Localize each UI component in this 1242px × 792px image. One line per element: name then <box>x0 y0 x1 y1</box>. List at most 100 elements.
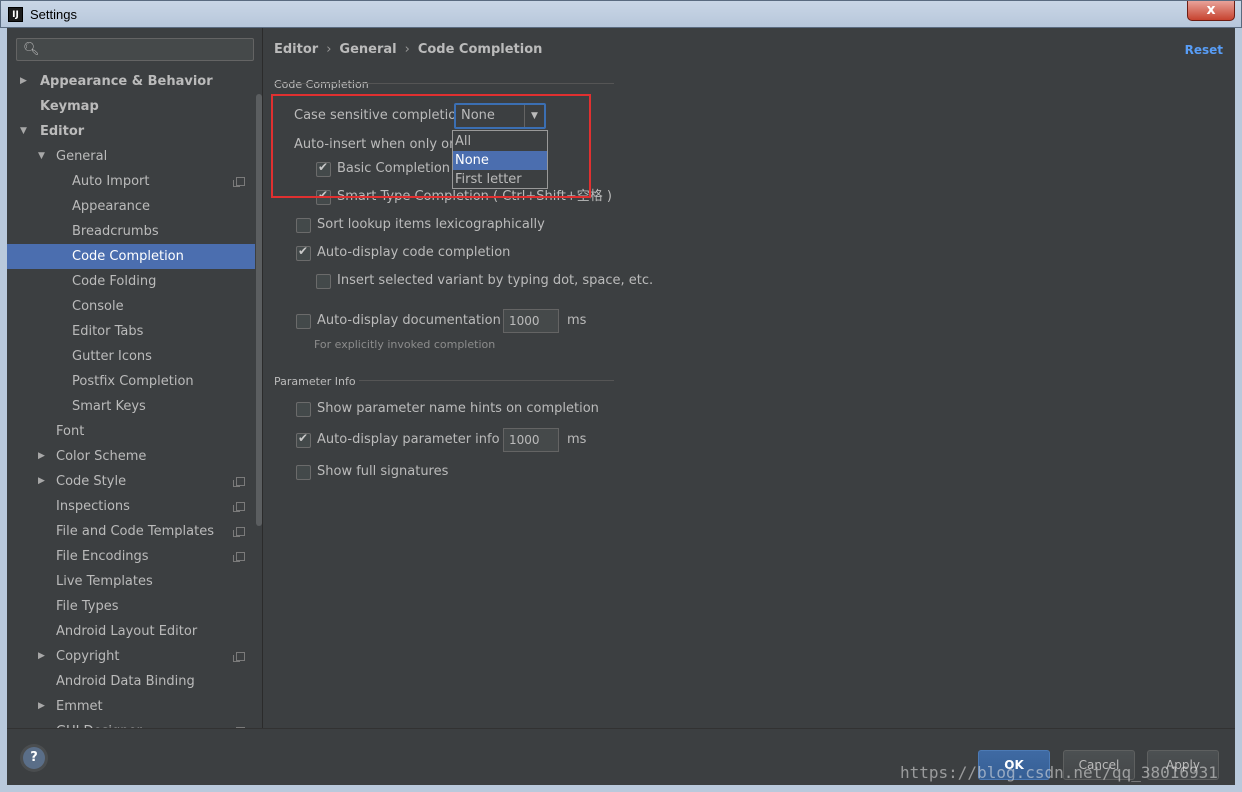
tree-item-label: File Encodings <box>56 549 149 564</box>
close-window-button[interactable]: x <box>1187 1 1235 21</box>
tree-item-inspections[interactable]: Inspections <box>7 494 255 519</box>
tree-item-font[interactable]: Font <box>7 419 255 444</box>
window-frame-bottom <box>0 785 1242 792</box>
parameter-hints-checkbox[interactable] <box>296 402 311 417</box>
search-icon[interactable]: 🔍︎ <box>23 42 40 57</box>
tree-item-code-completion[interactable]: Code Completion <box>7 244 255 269</box>
sort-lexicographically-checkbox[interactable] <box>296 218 311 233</box>
tree-item-label: Keymap <box>40 99 99 114</box>
tree-item-code-style[interactable]: ▶ Code Style <box>7 469 255 494</box>
basic-completion-label: Basic Completion ( ( <box>337 161 469 176</box>
project-settings-icon <box>233 552 245 562</box>
expand-arrow-right-icon[interactable]: ▶ <box>20 69 27 94</box>
parameter-hints-label: Show parameter name hints on completion <box>317 401 599 416</box>
project-settings-icon <box>233 477 245 487</box>
window-titlebar: IJ Settings x <box>0 0 1242 28</box>
breadcrumb-code-completion: Code Completion <box>417 42 543 57</box>
expand-arrow-right-icon[interactable]: ▶ <box>38 444 45 469</box>
settings-search-input[interactable] <box>39 41 249 59</box>
window-frame-left <box>0 28 7 792</box>
case-sensitive-combo[interactable]: None ▼ <box>454 103 546 129</box>
chevron-down-icon[interactable]: ▼ <box>524 105 544 127</box>
tree-item-label: Breadcrumbs <box>72 224 159 239</box>
tree-item-label: File and Code Templates <box>56 524 214 539</box>
tree-item-editor[interactable]: ▼ Editor <box>7 119 255 144</box>
tree-item-android-layout-editor[interactable]: Android Layout Editor <box>7 619 255 644</box>
tree-item-console[interactable]: Console <box>7 294 255 319</box>
tree-item-file-encodings[interactable]: File Encodings <box>7 544 255 569</box>
tree-item-label: Console <box>72 299 124 314</box>
tree-item-breadcrumbs[interactable]: Breadcrumbs <box>7 219 255 244</box>
expand-arrow-down-icon[interactable]: ▼ <box>38 144 45 169</box>
parameter-info-delay-input[interactable]: 1000 <box>503 428 559 452</box>
tree-item-label: Emmet <box>56 699 103 714</box>
case-sensitive-dropdown-list[interactable]: All None First letter <box>452 130 548 189</box>
show-full-signatures-checkbox[interactable] <box>296 465 311 480</box>
tree-item-appearance[interactable]: Appearance <box>7 194 255 219</box>
smart-type-completion-checkbox[interactable] <box>316 188 331 205</box>
tree-item-color-scheme[interactable]: ▶ Color Scheme <box>7 444 255 469</box>
tree-item-keymap[interactable]: Keymap <box>7 94 255 119</box>
tree-item-live-templates[interactable]: Live Templates <box>7 569 255 594</box>
smart-type-completion-label: Smart Type Completion ( Ctrl+Shift+空格 ) <box>337 189 612 204</box>
auto-display-documentation-checkbox[interactable] <box>296 314 311 329</box>
basic-completion-checkbox[interactable] <box>316 160 331 177</box>
auto-display-completion-label: Auto-display code completion <box>317 245 511 260</box>
tree-item-label: Auto Import <box>72 174 150 189</box>
auto-display-documentation-label: Auto-display documentation in <box>317 313 517 328</box>
tree-item-label: Android Data Binding <box>56 674 195 689</box>
project-settings-icon <box>233 652 245 662</box>
tree-item-general[interactable]: ▼ General <box>7 144 255 169</box>
case-sensitive-combo-value: None <box>461 108 495 123</box>
auto-display-completion-checkbox[interactable] <box>296 244 311 261</box>
case-sensitive-label: Case sensitive completion: <box>294 108 469 123</box>
help-icon[interactable]: ? <box>23 747 45 769</box>
project-settings-icon <box>233 527 245 537</box>
tree-item-code-folding[interactable]: Code Folding <box>7 269 255 294</box>
parameter-info-delay-unit: ms <box>567 432 587 447</box>
code-completion-section-divider <box>274 83 614 84</box>
settings-content-panel: Editor › General › Code Completion Reset Cod… <box>264 28 1235 728</box>
settings-search-box[interactable]: 🔍︎ <box>16 38 254 61</box>
tree-item-gui-designer[interactable]: GUI Designer <box>7 719 255 728</box>
auto-insert-label: Auto-insert when only one c <box>294 137 477 152</box>
expand-arrow-right-icon[interactable]: ▶ <box>38 644 45 669</box>
documentation-delay-input[interactable]: 1000 <box>503 309 559 333</box>
dropdown-option-all[interactable]: All <box>453 132 547 151</box>
tree-item-emmet[interactable]: ▶ Emmet <box>7 694 255 719</box>
tree-item-label: General <box>56 149 108 164</box>
tree-item-smart-keys[interactable]: Smart Keys <box>7 394 255 419</box>
tree-item-postfix-completion[interactable]: Postfix Completion <box>7 369 255 394</box>
tree-scrollbar-thumb[interactable] <box>256 94 262 526</box>
expand-arrow-right-icon[interactable]: ▶ <box>38 694 45 719</box>
tree-item-android-data-binding[interactable]: Android Data Binding <box>7 669 255 694</box>
tree-item-file-types[interactable]: File Types <box>7 594 255 619</box>
project-settings-icon <box>233 177 245 187</box>
tree-item-appearance-behavior[interactable]: ▶ Appearance & Behavior <box>7 69 255 94</box>
tree-item-auto-import[interactable]: Auto Import <box>7 169 255 194</box>
tree-item-label: Code Style <box>56 474 127 489</box>
documentation-delay-unit: ms <box>567 313 587 328</box>
reset-link[interactable]: Reset <box>1185 43 1223 57</box>
tree-item-label: Android Layout Editor <box>56 624 198 639</box>
tree-item-label: Code Completion <box>72 249 184 264</box>
breadcrumb-general: General <box>339 42 397 57</box>
tree-item-label: Postfix Completion <box>72 374 194 389</box>
tree-item-file-and-code-templates[interactable]: File and Code Templates <box>7 519 255 544</box>
insert-selected-variant-checkbox[interactable] <box>316 274 331 289</box>
tree-item-label: Color Scheme <box>56 449 147 464</box>
tree-item-label: Gutter Icons <box>72 349 152 364</box>
expand-arrow-right-icon[interactable]: ▶ <box>38 469 45 494</box>
auto-display-parameter-info-checkbox[interactable] <box>296 431 311 448</box>
dropdown-option-first-letter[interactable]: First letter <box>453 170 547 189</box>
parameter-info-section-divider <box>359 380 614 381</box>
tree-item-gutter-icons[interactable]: Gutter Icons <box>7 344 255 369</box>
tree-item-label: Copyright <box>56 649 120 664</box>
expand-arrow-down-icon[interactable]: ▼ <box>20 119 27 144</box>
settings-tree-panel: 🔍︎ ▶ Appearance & Behavior Keymap ▼ Editor ▼ G… <box>7 28 263 728</box>
tree-item-label: Appearance & Behavior <box>40 74 213 89</box>
dropdown-option-none[interactable]: None <box>453 151 547 170</box>
tree-item-copyright[interactable]: ▶ Copyright <box>7 644 255 669</box>
tree-item-editor-tabs[interactable]: Editor Tabs <box>7 319 255 344</box>
tree-item-label: Code Folding <box>72 274 157 289</box>
